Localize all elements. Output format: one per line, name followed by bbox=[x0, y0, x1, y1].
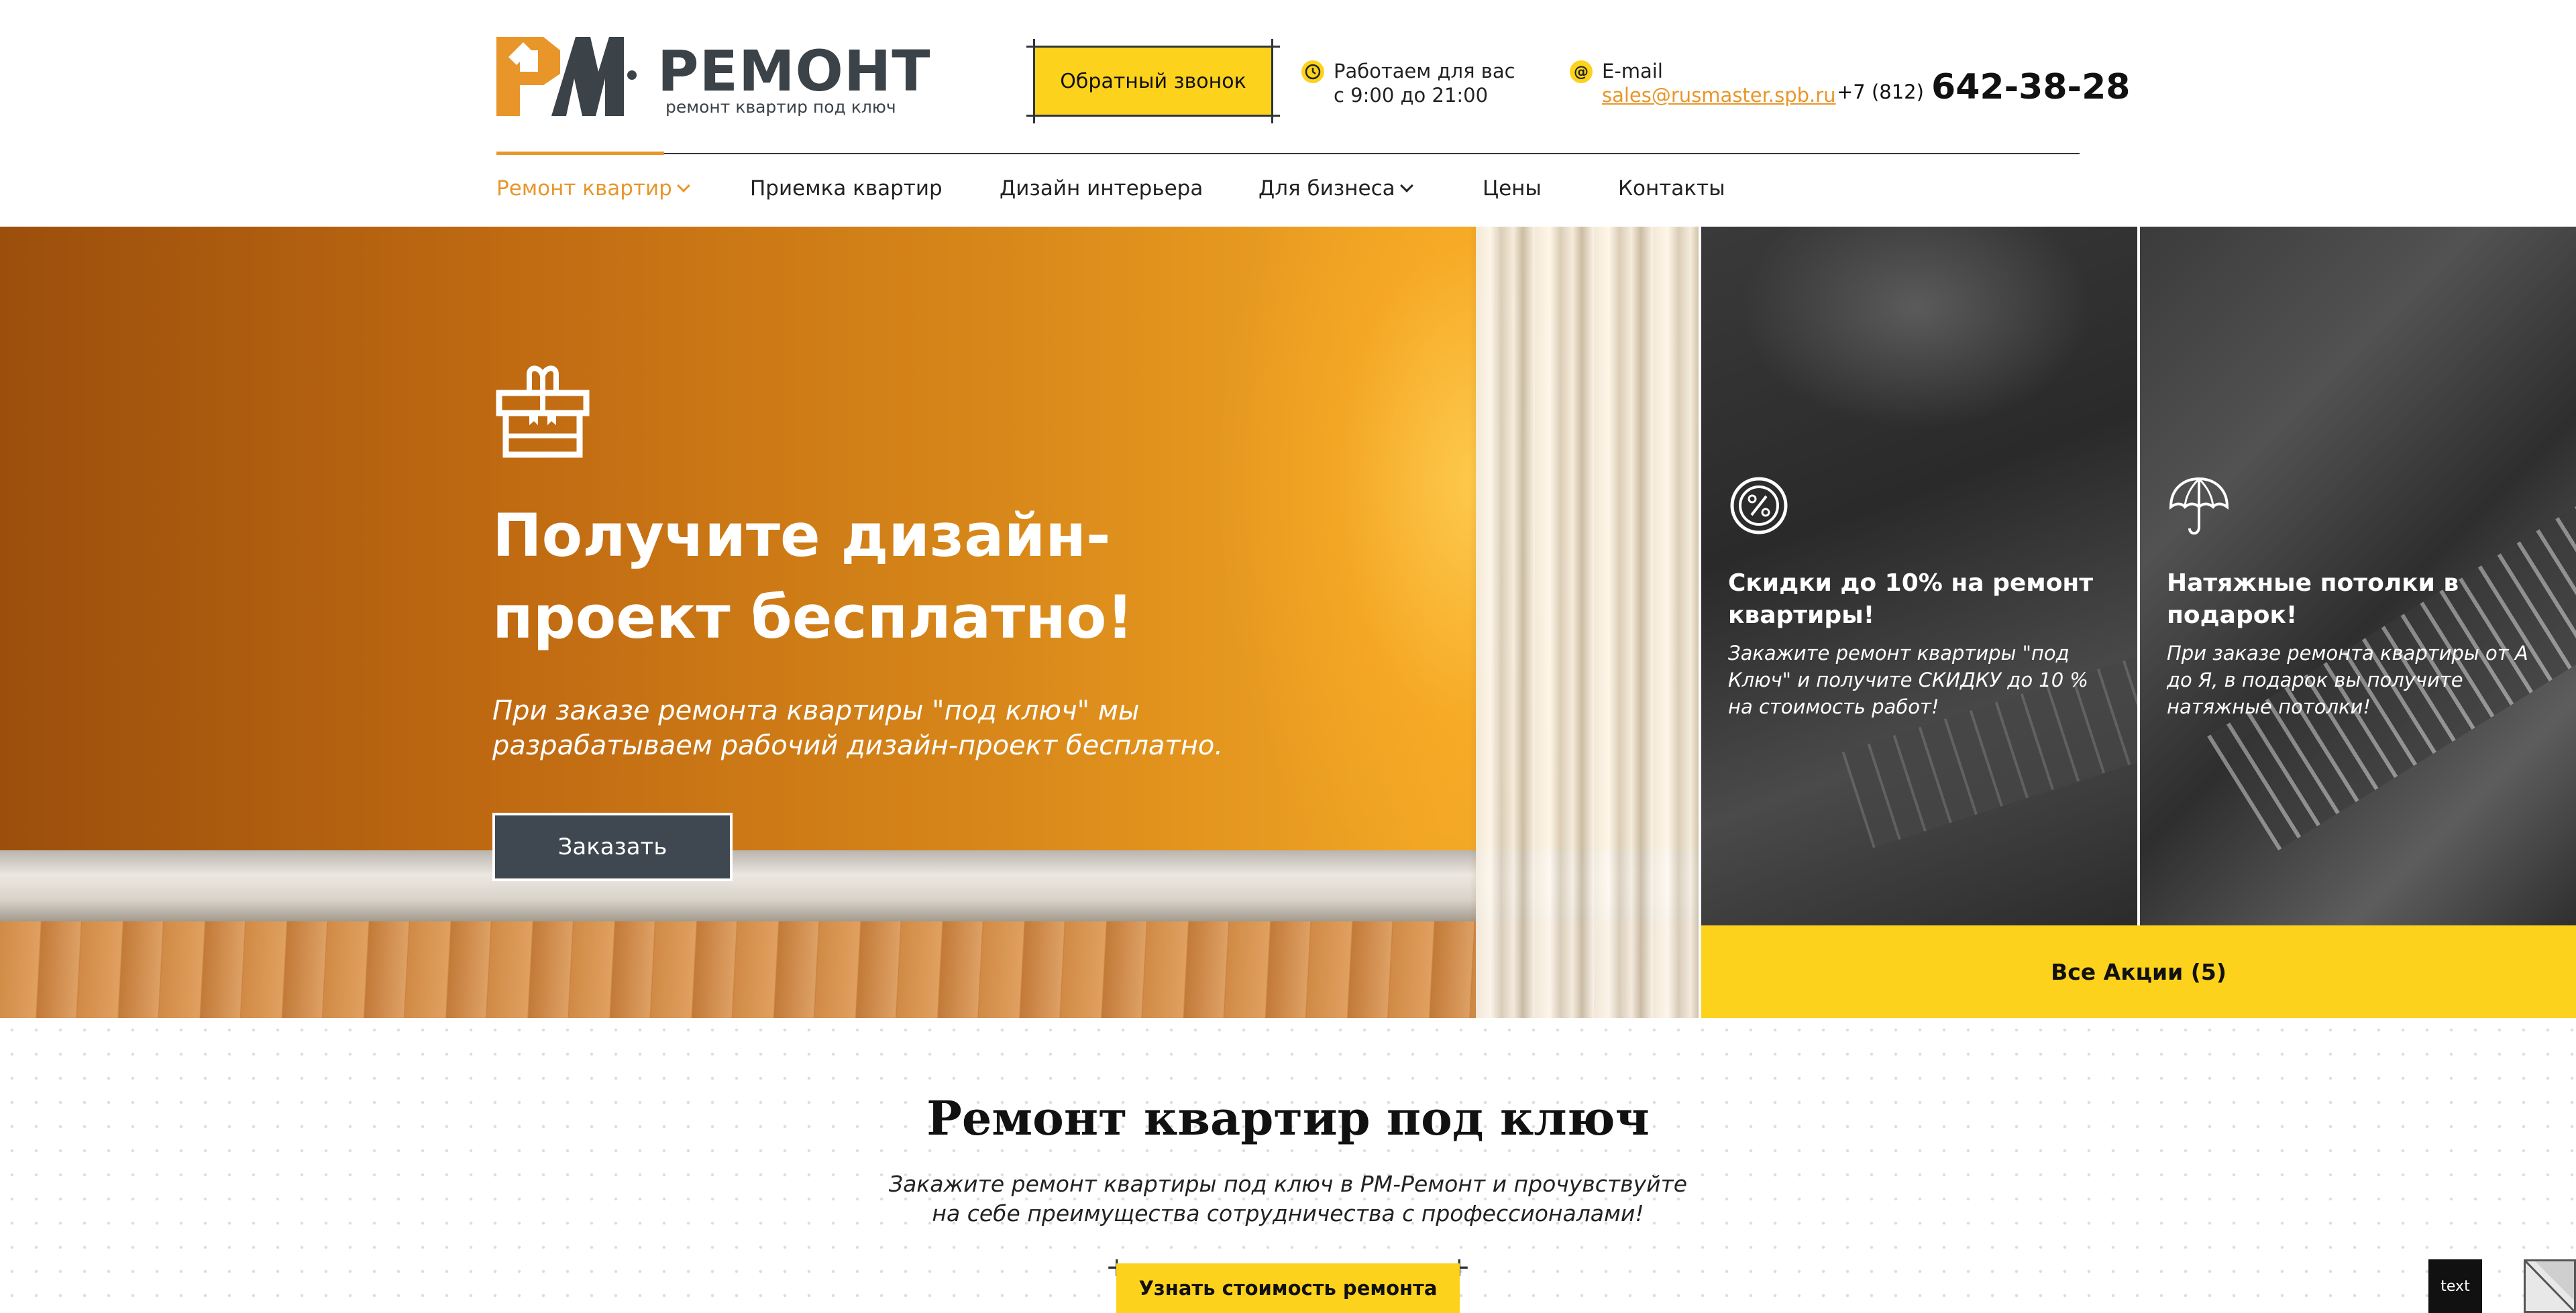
section-title: Ремонт квартир под ключ bbox=[926, 1090, 1650, 1146]
nav-item-acceptance[interactable]: Приемка квартир bbox=[750, 173, 1000, 204]
main-nav: Ремонт квартир Приемка квартир Дизайн ин… bbox=[496, 173, 1752, 204]
umbrella-icon bbox=[2169, 477, 2229, 535]
section-subtitle: Закажите ремонт квартиры под ключ в РМ-Р… bbox=[888, 1171, 1688, 1226]
hero-floor bbox=[0, 921, 1699, 1018]
percent-icon bbox=[1730, 477, 1788, 534]
nav-item-business[interactable]: Для бизнеса bbox=[1258, 173, 1483, 204]
logo-tagline: ремонт квартир под ключ bbox=[665, 97, 896, 117]
phone-digits: 642-38-28 bbox=[1931, 67, 2131, 107]
nav-item-prices[interactable]: Цены bbox=[1483, 173, 1618, 204]
corner-widget[interactable] bbox=[2524, 1259, 2576, 1313]
site-header: РЕМОНТ ремонт квартир под ключ Обратный … bbox=[0, 0, 2576, 227]
hours-line-1: Работаем для вас bbox=[1334, 60, 1515, 82]
header-divider bbox=[496, 153, 2080, 154]
get-cost-button[interactable]: Узнать стоимость ремонта bbox=[1116, 1263, 1460, 1313]
nav-item-contacts[interactable]: Контакты bbox=[1618, 173, 1752, 204]
nav-item-label: Дизайн интерьера bbox=[1000, 176, 1203, 201]
nav-item-label: Для бизнеса bbox=[1258, 176, 1395, 201]
email-label: E-mail bbox=[1602, 60, 1663, 82]
nav-item-renovation[interactable]: Ремонт квартир bbox=[496, 173, 750, 204]
hero-curtain bbox=[1476, 227, 1699, 1018]
phone-code: +7 (812) bbox=[1837, 80, 1924, 103]
nav-item-label: Приемка квартир bbox=[750, 176, 943, 201]
all-promos-button[interactable]: Все Акции (5) bbox=[1701, 925, 2576, 1018]
promo-title: Натяжные потолки в подарок! bbox=[2167, 569, 2459, 629]
chevron-down-icon bbox=[676, 179, 690, 192]
nav-item-label: Цены bbox=[1483, 176, 1542, 201]
hero-title: Получите дизайн-проект бесплатно! bbox=[492, 501, 1134, 652]
turnkey-section: Ремонт квартир под ключ Закажите ремонт … bbox=[0, 1018, 2576, 1313]
text-widget-button[interactable]: text bbox=[2428, 1259, 2482, 1313]
logo-mark-icon bbox=[496, 37, 624, 116]
gift-icon bbox=[496, 365, 590, 458]
resize-corner-icon bbox=[2526, 1261, 2574, 1311]
hero-banner: Получите дизайн-проект бесплатно! При за… bbox=[0, 227, 1699, 1018]
promo-text: При заказе ремонта квартиры от А до Я, в… bbox=[2167, 642, 2528, 718]
hours-line-2: с 9:00 до 21:00 bbox=[1334, 84, 1489, 107]
nav-item-interior-design[interactable]: Дизайн интерьера bbox=[1000, 173, 1258, 204]
email-link[interactable]: sales@rusmaster.spb.ru bbox=[1602, 83, 1836, 107]
promo-text: Закажите ремонт квартиры "под Ключ" и по… bbox=[1728, 642, 2088, 718]
nav-item-label: Контакты bbox=[1618, 176, 1725, 201]
chevron-down-icon bbox=[1399, 179, 1413, 192]
callback-button[interactable]: Обратный звонок bbox=[1033, 46, 1273, 117]
nav-active-indicator bbox=[496, 152, 664, 155]
callback-frame: Обратный звонок bbox=[1026, 39, 1280, 123]
order-button[interactable]: Заказать bbox=[492, 813, 733, 881]
phone-number[interactable]: +7 (812) 642-38-28 bbox=[1837, 67, 2130, 107]
at-icon: @ bbox=[1570, 60, 1593, 83]
promo-title: Скидки до 10% на ремонт квартиры! bbox=[1728, 569, 2094, 629]
nav-item-label: Ремонт квартир bbox=[496, 176, 672, 201]
clock-icon bbox=[1301, 60, 1324, 83]
cost-button-frame: + + Узнать стоимость ремонта bbox=[1106, 1254, 1470, 1313]
email-block: @ E-mail sales@rusmaster.spb.ru bbox=[1570, 59, 1836, 107]
hero-subtitle: При заказе ремонта квартиры "под ключ" м… bbox=[492, 695, 1224, 761]
promo-card-ceilings[interactable]: Натяжные потолки в подарок! При заказе р… bbox=[2140, 227, 2576, 925]
site-logo[interactable]: РЕМОНТ ремонт квартир под ключ bbox=[496, 37, 930, 124]
promo-card-discount[interactable]: Скидки до 10% на ремонт квартиры! Закажи… bbox=[1701, 227, 2137, 925]
logo-dot bbox=[627, 70, 637, 80]
working-hours: Работаем для вас с 9:00 до 21:00 bbox=[1301, 59, 1515, 107]
logo-name: РЕМОНТ bbox=[657, 38, 931, 104]
svg-text:@: @ bbox=[1574, 64, 1589, 80]
hero-baseboard bbox=[0, 850, 1699, 921]
